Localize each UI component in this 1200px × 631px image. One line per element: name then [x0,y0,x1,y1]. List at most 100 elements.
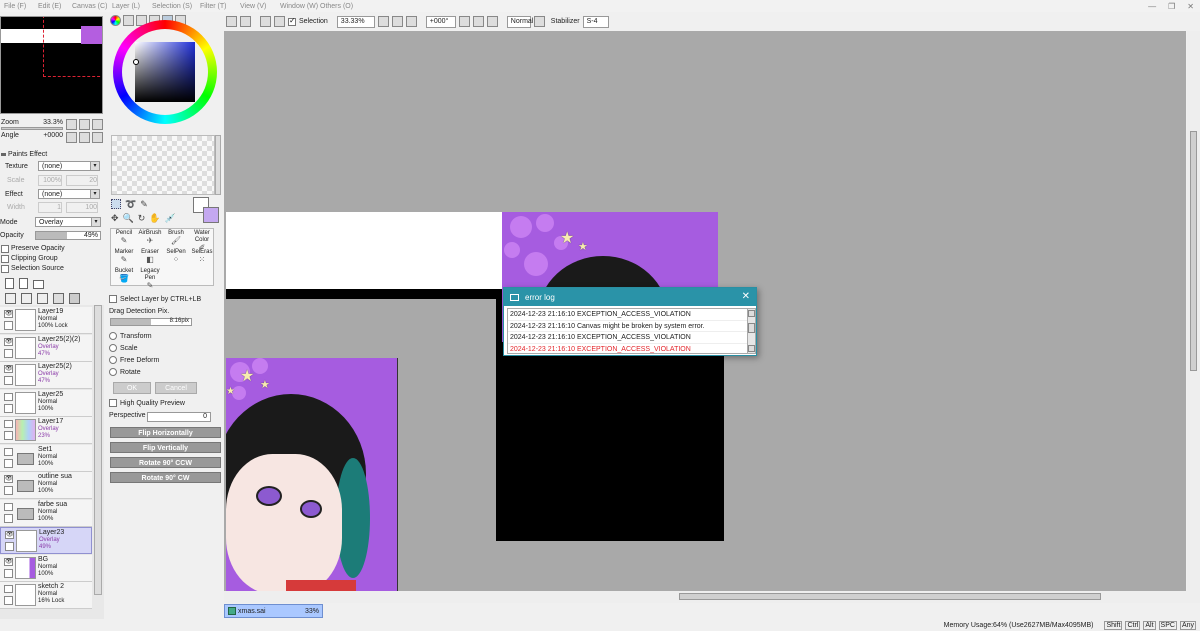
undo-icon[interactable] [226,16,237,27]
menu-others[interactable]: Others (O) [320,3,360,10]
invert-selection-icon[interactable] [274,16,285,27]
drag-detection-slider[interactable]: 8:16pix [110,318,192,326]
zoom-field[interactable]: 33.33% [336,15,375,28]
tool-eraser[interactable]: Eraser ◧ [137,249,163,268]
tool-seleras[interactable]: SelEras ⁙ [189,249,215,268]
lock-box[interactable] [4,569,13,578]
visibility-box[interactable] [4,420,13,428]
eye-icon[interactable]: 👁 [5,531,14,539]
lock-box[interactable] [4,321,13,330]
saturation-value-square[interactable] [135,42,195,102]
clipping-group-checkbox[interactable] [1,254,9,263]
lock-box[interactable] [4,596,13,605]
nav-rotate-reset-icon[interactable] [92,132,103,143]
lasso-icon[interactable]: ➰ [125,199,136,210]
eye-icon[interactable]: 👁 [4,365,13,373]
flip-vertically-button[interactable]: Flip Vertically [110,442,221,453]
layer-row-6[interactable]: 👁 outline sua Normal 100% [0,472,92,499]
scale-value[interactable]: 100% [38,175,62,186]
viewport-indicator[interactable] [43,17,102,77]
canvas-vertical-scrollbar[interactable] [1187,31,1200,591]
eye-icon[interactable]: 👁 [4,475,13,483]
move-icon[interactable]: ✥ [111,213,119,224]
free-deform-radio[interactable] [109,356,117,364]
nav-zoom-in-icon[interactable] [79,119,90,130]
zoom-reset-icon[interactable] [405,16,417,27]
apply-mask-icon[interactable] [37,293,48,304]
tool-water-color[interactable]: Water Color ✐ [189,230,215,252]
layer-row-3[interactable]: Layer25 Normal 100% [0,390,92,417]
layer-scrollbar[interactable] [94,305,102,595]
stabilizer-select[interactable]: S-4 [582,15,609,28]
menu-filter[interactable]: Filter (T) [200,3,240,10]
lock-box[interactable] [4,514,13,523]
scroll-thumb[interactable] [679,593,1101,600]
navigator-preview[interactable] [0,16,103,114]
eye-icon[interactable]: 👁 [4,310,13,318]
layer-row-0[interactable]: 👁 Layer19 Normal 100% Lock [0,307,92,334]
layer-row-5[interactable]: Set1 Normal 100% [0,445,92,472]
rotate-cw-button[interactable]: Rotate 90° CW [110,472,221,483]
hand-icon[interactable]: ✋ [149,213,160,224]
rotate-icon[interactable]: ↻ [138,213,146,224]
tool-bucket[interactable]: Bucket 🪣 [111,268,137,287]
hq-preview-checkbox[interactable] [109,399,117,407]
opacity-slider[interactable]: 49% [35,231,101,240]
effect-select[interactable]: (none) ▾ [38,189,100,199]
free-deform-radio-row[interactable]: Free Deform [109,356,159,364]
preserve-opacity-checkbox[interactable] [1,244,9,253]
width-num[interactable]: 100 [66,202,98,213]
layer-row-7[interactable]: farbe sua Normal 100% [0,500,92,527]
menu-file[interactable]: File (F) [4,3,38,10]
layer-row-9[interactable]: 👁 BG Normal 100% [0,555,92,582]
scale-radio[interactable] [109,344,117,352]
rotate-radio-row[interactable]: Rotate [109,368,141,376]
select-layer-ctrl-checkbox[interactable] [109,295,117,303]
menu-layer[interactable]: Layer (L) [112,3,152,10]
log-scrollbar[interactable] [747,308,756,354]
scale-num[interactable]: 20 [66,175,98,186]
transform-radio-row[interactable]: Transform [109,332,152,340]
eyedropper-icon[interactable]: 💉 [165,213,176,224]
primary-color[interactable] [203,207,219,223]
nav-rotate-cw-icon[interactable] [79,132,90,143]
lock-box[interactable] [4,459,13,468]
color-wheel-tab-icon[interactable] [110,15,121,26]
close-icon[interactable]: ✕ [742,291,750,302]
cancel-button[interactable]: Cancel [155,382,197,394]
layer-row-8[interactable]: 👁 Layer23 Overlay 49% [0,527,92,554]
error-log-list[interactable]: 2024-12-23 21:16:10 EXCEPTION_ACCESS_VIO… [507,308,748,354]
rgb-slider-tab-icon[interactable] [123,15,134,26]
menu-edit[interactable]: Edit (E) [38,3,72,10]
tool-legacy-pen[interactable]: Legacy Pen ✎ [137,268,163,290]
visibility-box[interactable] [4,393,13,401]
transfer-down-icon[interactable] [5,293,16,304]
nav-rotate-ccw-icon[interactable] [66,132,77,143]
layer-row-10[interactable]: sketch 2 Normal 16% Lock [0,582,92,609]
lock-box[interactable] [4,486,13,495]
zoom-in-icon[interactable] [391,16,403,27]
blend-mode-field[interactable]: Normal [506,15,533,28]
layer-row-4[interactable]: Layer17 Overlay 23% [0,417,92,444]
swatch-grid[interactable] [111,135,215,195]
lock-box[interactable] [4,349,13,358]
scale-radio-row[interactable]: Scale [109,344,138,352]
magic-wand-icon[interactable]: ✎ [140,199,148,210]
paints-effect-header[interactable]: Paints Effect [1,149,47,160]
brush-lock-icon[interactable] [5,542,14,551]
lock-box[interactable] [4,404,13,413]
clear-layer-icon[interactable] [53,293,64,304]
layer-row-2[interactable]: 👁 Layer25(2) Overlay 47% [0,362,92,389]
tool-selpen[interactable]: SelPen ⁘ [163,249,189,268]
new-folder-icon[interactable] [33,280,44,289]
rotate-reset-icon[interactable] [486,16,498,27]
menu-selection[interactable]: Selection (S) [152,3,200,10]
tool-pencil[interactable]: Pencil ✎ [111,230,137,249]
scroll-thumb[interactable] [748,323,755,333]
zoom-icon[interactable]: 🔍 [123,213,134,224]
selection-checkbox[interactable] [288,16,296,26]
hq-preview-row[interactable]: High Quality Preview [109,399,185,407]
rotation-field[interactable]: +000° [425,15,456,28]
rotate-cw-icon[interactable] [472,16,484,27]
merge-down-icon[interactable] [21,293,32,304]
